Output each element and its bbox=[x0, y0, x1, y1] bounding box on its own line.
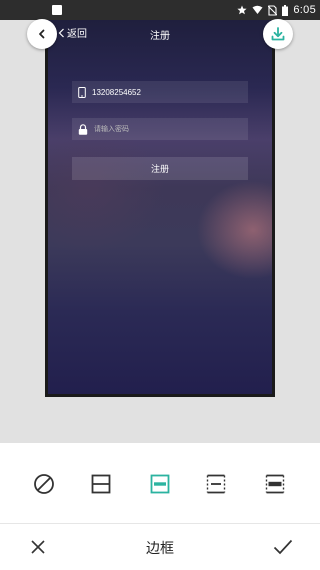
dashed-border-icon bbox=[206, 474, 226, 494]
screenshot-preview: 返回 注册 13208254652 注册 bbox=[48, 20, 272, 394]
split-border-option[interactable] bbox=[89, 472, 113, 496]
wifi-icon bbox=[252, 5, 263, 15]
back-icon bbox=[39, 29, 45, 39]
status-icons: 6:05 bbox=[237, 0, 320, 20]
border-options-toolbar bbox=[0, 443, 320, 523]
lock-icon bbox=[78, 123, 88, 135]
password-input[interactable] bbox=[94, 125, 214, 133]
top-bottom-border-option[interactable] bbox=[148, 472, 172, 496]
top-bottom-border-icon bbox=[150, 474, 170, 494]
preview-area: 返回 注册 13208254652 注册 bbox=[0, 20, 320, 443]
no-sim-icon bbox=[268, 4, 278, 16]
register-button[interactable]: 注册 bbox=[72, 157, 248, 180]
battery-icon bbox=[282, 4, 289, 16]
app-title: 注册 bbox=[150, 31, 170, 42]
bottom-bar: 边框 bbox=[0, 524, 320, 570]
dashed-border-option[interactable] bbox=[204, 472, 228, 496]
phone-icon bbox=[78, 86, 86, 98]
download-icon bbox=[271, 27, 285, 41]
split-border-icon bbox=[91, 474, 111, 494]
phone-field[interactable]: 13208254652 bbox=[72, 81, 248, 103]
phone-number-value: 13208254652 bbox=[92, 87, 141, 97]
no-border-icon bbox=[34, 474, 54, 494]
app-header: 返回 注册 bbox=[48, 20, 272, 46]
back-button[interactable] bbox=[27, 19, 57, 49]
check-icon bbox=[273, 539, 293, 555]
thick-bar-border-icon bbox=[265, 474, 285, 494]
download-button[interactable] bbox=[263, 19, 293, 49]
status-bar: 6:05 bbox=[0, 0, 320, 20]
confirm-button[interactable] bbox=[272, 537, 294, 557]
screenshot-frame: 返回 注册 13208254652 注册 bbox=[45, 20, 275, 397]
password-field[interactable] bbox=[72, 118, 248, 140]
star-icon bbox=[237, 5, 247, 15]
no-border-option[interactable] bbox=[32, 472, 56, 496]
thick-bar-border-option[interactable] bbox=[263, 472, 287, 496]
notification-square-icon bbox=[52, 5, 62, 15]
status-time: 6:05 bbox=[293, 4, 316, 16]
